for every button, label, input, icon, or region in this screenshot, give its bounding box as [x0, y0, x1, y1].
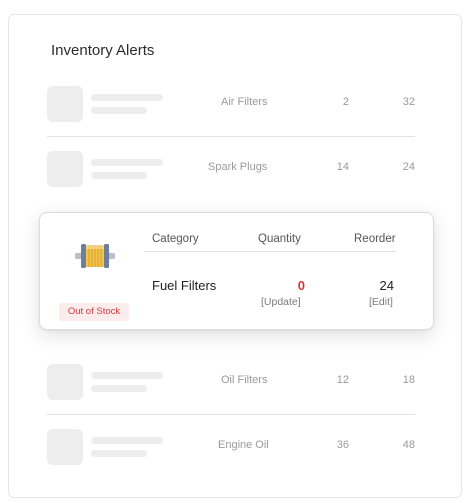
skeleton-line	[91, 172, 147, 179]
row-divider	[47, 414, 415, 415]
row-reorder: 32	[402, 96, 415, 108]
row-divider	[47, 136, 415, 137]
edit-link[interactable]: [Edit]	[369, 296, 393, 308]
detail-reorder: 24	[379, 278, 394, 293]
row-reorder: 18	[402, 374, 415, 386]
fuel-filter-icon	[75, 244, 115, 268]
inventory-row-air-filters[interactable]: Air Filters 2 32	[47, 86, 415, 122]
skeleton-line	[91, 107, 147, 114]
row-reorder: 48	[402, 439, 415, 451]
header-category: Category	[152, 233, 199, 245]
skeleton-line	[91, 450, 147, 457]
update-link[interactable]: [Update]	[261, 296, 301, 308]
inventory-row-oil-filters[interactable]: Oil Filters 12 18	[47, 364, 415, 400]
header-reorder: Reorder	[354, 233, 396, 245]
inventory-detail-popup: Out of Stock Category Quantity Reorder F…	[39, 212, 434, 330]
inventory-row-spark-plugs[interactable]: Spark Plugs 14 24	[47, 151, 415, 187]
header-quantity: Quantity	[258, 233, 301, 245]
page-title: Inventory Alerts	[51, 42, 155, 59]
status-badge: Out of Stock	[59, 303, 129, 321]
row-reorder: 24	[402, 161, 415, 173]
skeleton-line	[91, 385, 147, 392]
header-divider	[144, 251, 396, 252]
inventory-row-engine-oil[interactable]: Engine Oil 36 48	[47, 429, 415, 465]
